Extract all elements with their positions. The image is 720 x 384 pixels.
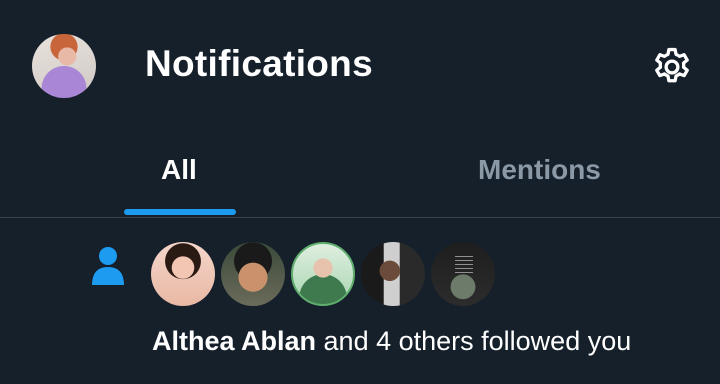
follow-text: and 4 others followed you (316, 326, 632, 356)
follow-notification-text: Althea Ablan and 4 others followed you (152, 326, 631, 357)
notification-item[interactable] (0, 218, 720, 384)
tab-all[interactable]: All (0, 134, 360, 218)
tab-all-label: All (161, 154, 197, 185)
follower-avatar[interactable] (291, 242, 355, 306)
person-icon (92, 247, 124, 285)
header: Notifications (0, 0, 720, 134)
follower-avatar[interactable] (361, 242, 425, 306)
tab-mentions[interactable]: Mentions (360, 134, 720, 218)
tab-mentions-label: Mentions (478, 154, 601, 185)
follower-avatar[interactable] (221, 242, 285, 306)
profile-avatar[interactable] (32, 34, 96, 98)
tab-bar: All Mentions (0, 134, 720, 218)
follower-avatar[interactable] (431, 242, 495, 306)
follower-name[interactable]: Althea Ablan (152, 326, 316, 356)
follower-avatar[interactable] (151, 242, 215, 306)
page-title: Notifications (145, 43, 373, 84)
active-tab-indicator (124, 209, 236, 215)
gear-icon[interactable] (650, 45, 694, 89)
